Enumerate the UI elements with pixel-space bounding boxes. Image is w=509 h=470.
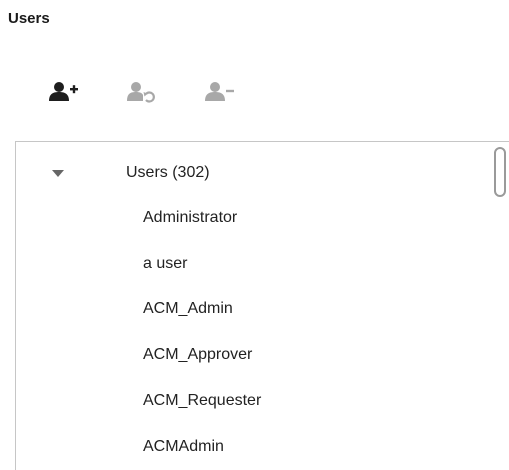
tree-item-label: ACM_Approver (143, 346, 253, 363)
add-user-icon (49, 82, 78, 101)
user-tree: Users (302) Administrator a user ACM_Adm… (15, 141, 509, 470)
sync-user-button[interactable] (122, 74, 162, 110)
remove-user-button[interactable] (200, 74, 240, 110)
tree-item-label: ACMAdmin (143, 438, 224, 455)
user-toolbar (44, 74, 278, 110)
tree-item-label: a user (143, 255, 188, 272)
section-title: Users (8, 10, 50, 27)
users-panel: Users Users (302) Administrator a user A… (0, 0, 509, 470)
tree-root-label: Users (302) (126, 164, 210, 181)
caret-down-icon[interactable] (52, 170, 64, 177)
add-user-button[interactable] (44, 74, 84, 110)
sync-user-icon (127, 82, 155, 103)
scrollbar-thumb[interactable] (494, 147, 506, 197)
remove-user-icon (205, 82, 234, 101)
tree-item-label: Administrator (143, 209, 238, 226)
tree-item-label: ACM_Admin (143, 300, 233, 317)
tree-item-label: ACM_Requester (143, 392, 262, 409)
